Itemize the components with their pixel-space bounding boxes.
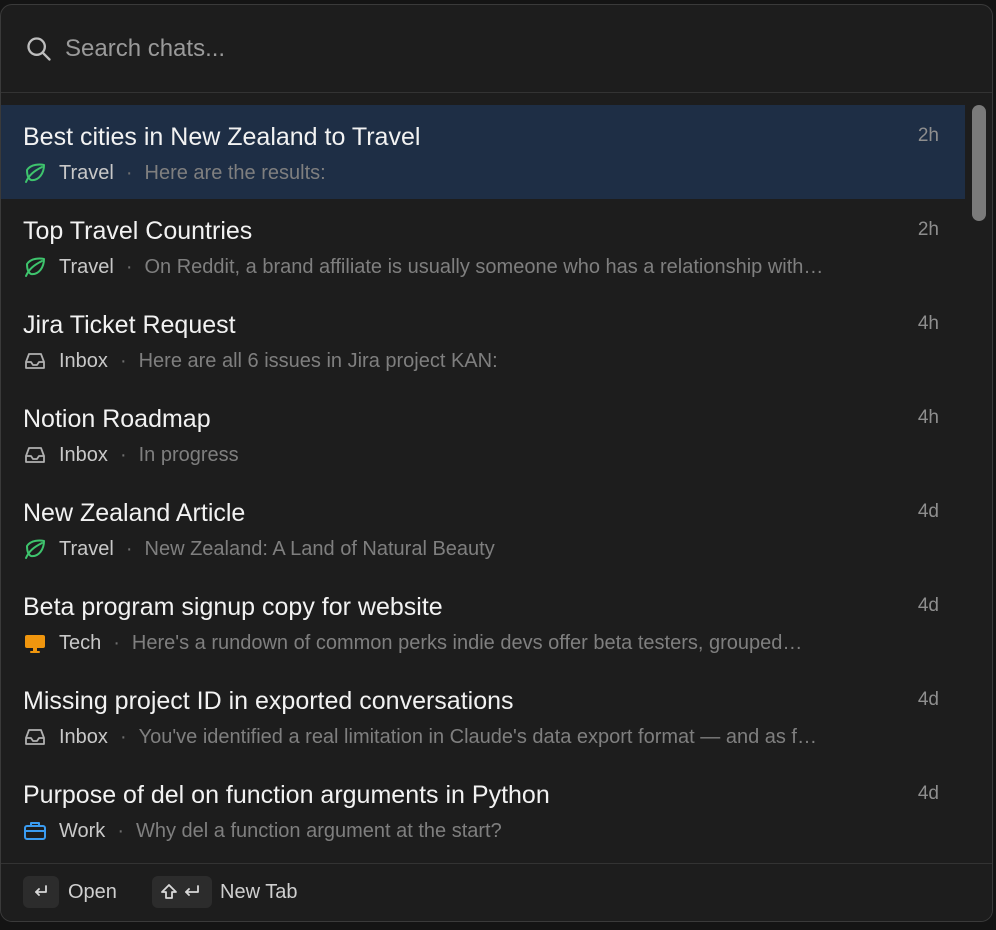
- open-label[interactable]: Open: [68, 881, 117, 904]
- chat-meta: Travel · Here are the results:: [23, 159, 883, 187]
- chat-meta: Inbox · You've identified a real limitatio…: [23, 723, 883, 751]
- chat-timestamp: 4d: [917, 595, 939, 616]
- briefcase-icon: [23, 819, 47, 843]
- chat-preview: Here's a rundown of common perks indie d…: [131, 631, 803, 654]
- chat-preview: Why del a function argument at the start…: [135, 819, 502, 842]
- chat-preview: In progress: [138, 443, 239, 466]
- chat-preview: You've identified a real limitation in C…: [138, 725, 817, 748]
- shift-return-icon: [161, 884, 199, 899]
- shift-enter-key: [152, 876, 212, 908]
- leaf-icon: [23, 537, 47, 561]
- chat-search-panel: Best cities in New Zealand to Travel 2h Tr…: [0, 4, 993, 922]
- monitor-icon: [23, 631, 47, 655]
- chat-timestamp: 4d: [917, 689, 939, 710]
- footer-shortcuts: Open New Tab: [1, 863, 992, 921]
- separator-dot: ·: [119, 349, 127, 372]
- search-input[interactable]: [65, 27, 945, 71]
- project-label: Travel: [59, 537, 114, 560]
- chat-timestamp: 4h: [917, 313, 939, 334]
- chat-title: New Zealand Article: [23, 499, 246, 527]
- chat-title: Missing project ID in exported conversat…: [23, 687, 514, 715]
- project-label: Inbox: [59, 725, 108, 748]
- chat-row[interactable]: Best cities in New Zealand to Travel 2h Tr…: [1, 105, 965, 199]
- chat-title: Beta program signup copy for website: [23, 593, 443, 621]
- project-label: Tech: [59, 631, 102, 654]
- separator-dot: ·: [117, 819, 124, 842]
- chat-title: Top Travel Countries: [23, 217, 253, 245]
- chat-meta: Inbox · Here are all 6 issues in Jira proj…: [23, 347, 883, 375]
- separator-dot: ·: [125, 161, 133, 184]
- separator-dot: ·: [119, 725, 127, 748]
- leaf-icon: [23, 255, 47, 279]
- separator-dot: ·: [125, 255, 133, 278]
- chat-list: Best cities in New Zealand to Travel 2h Tr…: [1, 101, 965, 861]
- project-label: Inbox: [59, 349, 108, 372]
- separator-dot: ·: [119, 443, 127, 466]
- chat-row[interactable]: Missing project ID in exported conversat…: [1, 669, 965, 763]
- chat-row[interactable]: Beta program signup copy for website 4d Te…: [1, 575, 965, 669]
- chat-timestamp: 4h: [917, 407, 939, 428]
- separator-dot: ·: [113, 631, 120, 654]
- chat-title: Notion Roadmap: [23, 405, 211, 433]
- chat-row[interactable]: Top Travel Countries 2h Travel · On Reddit, …: [1, 199, 965, 293]
- return-icon: [35, 885, 47, 896]
- inbox-icon: [23, 443, 47, 467]
- enter-key: [23, 876, 59, 908]
- chat-meta: Travel · On Reddit, a brand affiliate is u…: [23, 253, 883, 281]
- chat-preview: Here are all 6 issues in Jira project KA…: [138, 349, 498, 372]
- project-label: Inbox: [59, 443, 108, 466]
- chat-meta: Inbox · In progress: [23, 441, 883, 469]
- project-label: Travel: [59, 161, 114, 184]
- separator-dot: ·: [125, 537, 133, 560]
- new-tab-label[interactable]: New Tab: [220, 881, 297, 904]
- chat-title: Jira Ticket Request: [23, 311, 236, 339]
- chat-meta: Travel · New Zealand: A Land of Natural Be…: [23, 535, 883, 563]
- search-icon: [27, 37, 51, 61]
- scrollbar-thumb[interactable]: [972, 105, 986, 221]
- scrollbar[interactable]: [966, 101, 990, 861]
- chat-timestamp: 4d: [917, 501, 939, 522]
- chat-timestamp: 2h: [917, 125, 939, 146]
- chat-preview: On Reddit, a brand affiliate is usually …: [144, 255, 824, 278]
- leaf-icon: [23, 161, 47, 185]
- chat-row[interactable]: New Zealand Article 4d Travel · New Zealand:…: [1, 481, 965, 575]
- chat-title: Best cities in New Zealand to Travel: [23, 123, 421, 151]
- chat-preview: New Zealand: A Land of Natural Beauty: [144, 537, 495, 560]
- search-bar: [1, 5, 992, 93]
- chat-row[interactable]: Jira Ticket Request 4h Inbox · Here are all …: [1, 293, 965, 387]
- inbox-icon: [23, 349, 47, 373]
- chat-row[interactable]: Notion Roadmap 4h Inbox · In progress: [1, 387, 965, 481]
- chat-title: Purpose of del on function arguments in …: [23, 781, 550, 809]
- chat-preview: Here are the results:: [144, 161, 326, 184]
- chat-row[interactable]: Purpose of del on function arguments in …: [1, 763, 965, 857]
- inbox-icon: [23, 725, 47, 749]
- project-label: Travel: [59, 255, 114, 278]
- chat-meta: Work · Why del a function argument at the …: [23, 817, 883, 845]
- chat-meta: Tech · Here's a rundown of common perks in…: [23, 629, 883, 657]
- chat-timestamp: 2h: [917, 219, 939, 240]
- project-label: Work: [59, 819, 106, 842]
- chat-timestamp: 4d: [917, 783, 939, 804]
